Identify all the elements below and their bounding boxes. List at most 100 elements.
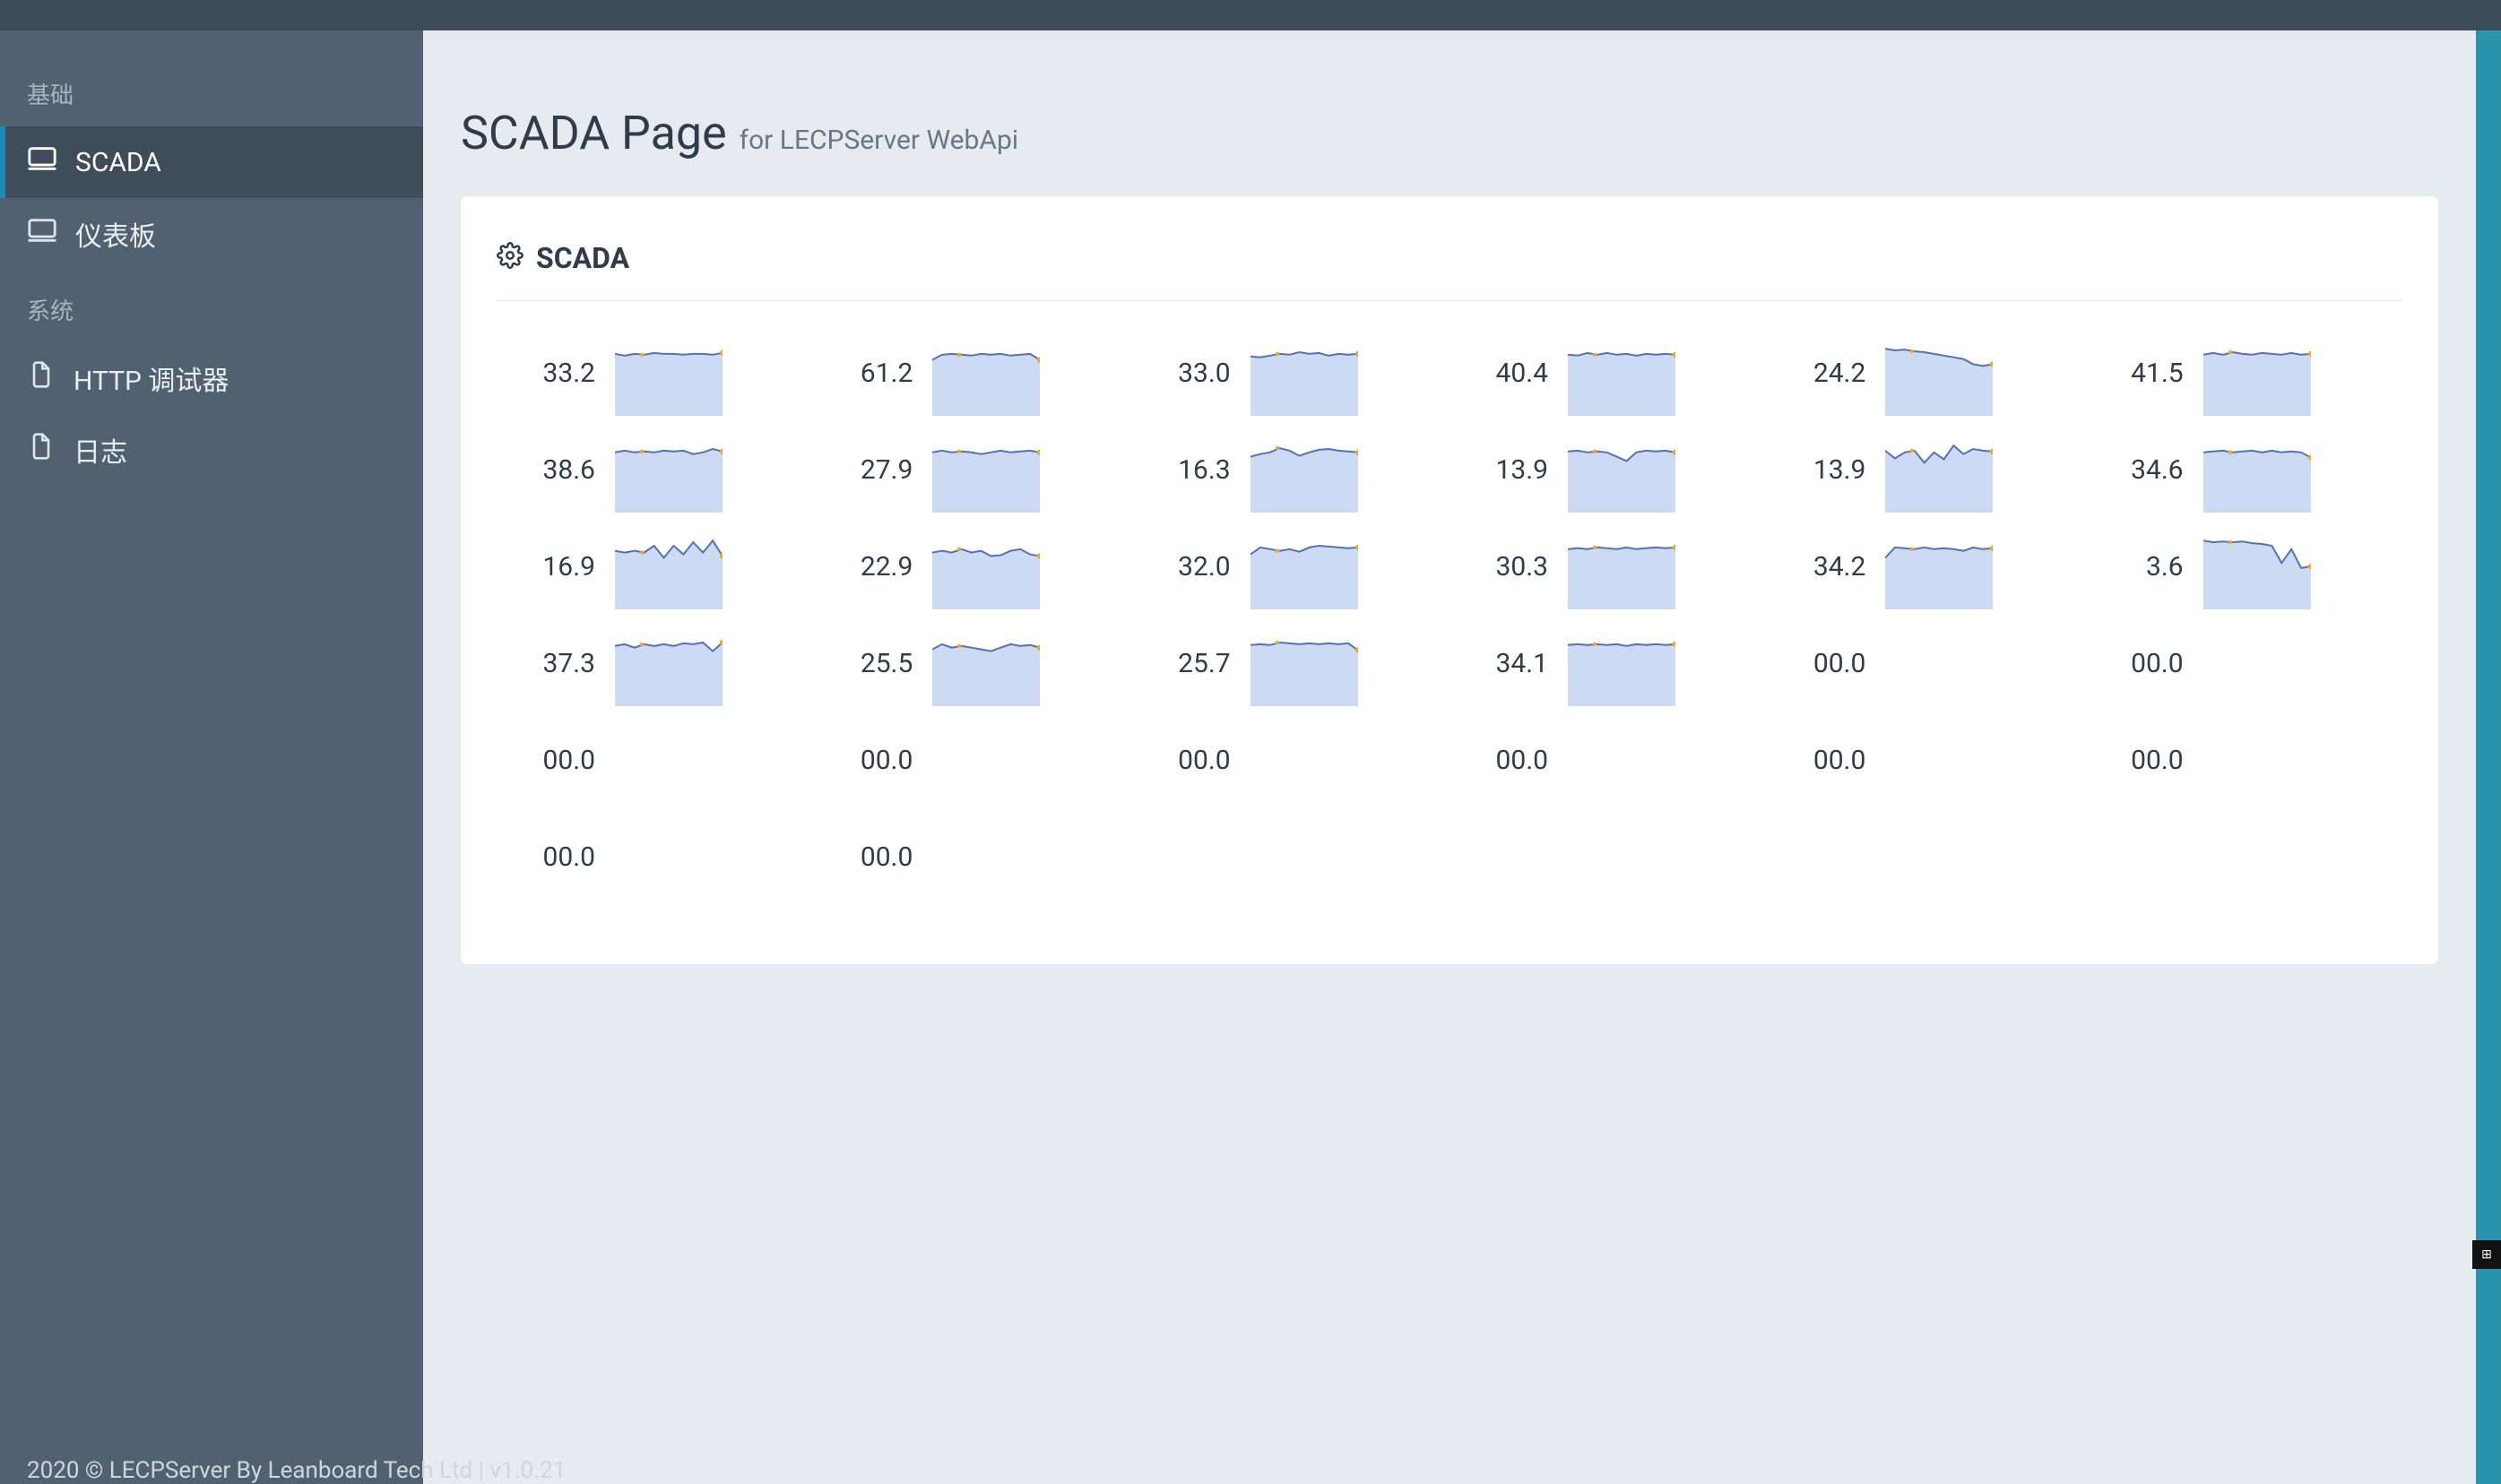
sparkline-chart (932, 427, 1040, 513)
scada-tile-value: 00.0 (525, 745, 595, 776)
sparkline-chart (615, 330, 723, 416)
scada-tile-value: 00.0 (2114, 745, 2184, 776)
scada-tile-value: 00.0 (1796, 648, 1865, 679)
scada-tile-value: 34.1 (1478, 648, 1548, 679)
scada-tile-value: 00.0 (525, 841, 595, 873)
sidebar-item-label: HTTP 调试器 (74, 358, 229, 398)
doc-icon (27, 360, 56, 396)
footer-divider: | (479, 1457, 490, 1484)
card-header: SCADA (497, 241, 2402, 301)
sparkline-chart (1250, 427, 1358, 513)
scada-tile[interactable]: 61.2 (814, 328, 1131, 418)
sidebar-item-日志[interactable]: 日志 (0, 414, 423, 486)
scada-tile[interactable]: 00.0 (497, 715, 814, 805)
footer: 2020 © LECPServer By Leanboard Tech Ltd … (27, 1457, 566, 1484)
sparkline-chart (932, 523, 1040, 609)
sparkline-chart (1568, 427, 1675, 513)
sparkline-chart (932, 330, 1040, 416)
page-title-wrap: SCADA Page for LECPServer WebApi (461, 106, 2438, 160)
sparkline-chart (1568, 523, 1675, 609)
monitor-icon (27, 215, 57, 253)
scada-tile[interactable]: 16.9 (497, 522, 814, 611)
scada-tile-value: 37.3 (525, 648, 595, 679)
scada-tile-value: 32.0 (1161, 551, 1231, 582)
scada-tile[interactable]: 25.7 (1132, 618, 1450, 708)
scada-tile-value: 16.3 (1161, 454, 1231, 486)
scada-tile[interactable]: 13.9 (1450, 425, 1767, 514)
scada-tile-value: 00.0 (2114, 648, 2184, 679)
sparkline-chart (1250, 523, 1358, 609)
scada-tile[interactable]: 34.1 (1450, 618, 1767, 708)
scada-tile-value: 13.9 (1478, 454, 1548, 486)
scada-tile[interactable]: 34.6 (2085, 425, 2402, 514)
sparkline-chart (1568, 620, 1675, 706)
scada-tile[interactable]: 27.9 (814, 425, 1131, 514)
scada-tile-value: 13.9 (1796, 454, 1865, 486)
scada-tile-value: 00.0 (843, 745, 913, 776)
scada-tile-value: 00.0 (1161, 745, 1231, 776)
scada-tile[interactable]: 34.2 (1767, 522, 2084, 611)
doc-icon (27, 432, 56, 468)
scada-tile-value: 00.0 (1478, 745, 1548, 776)
scada-tile-value: 24.2 (1796, 358, 1865, 389)
scada-tile[interactable]: 25.5 (814, 618, 1131, 708)
scada-tile[interactable]: 3.6 (2085, 522, 2402, 611)
sparkline-chart (2203, 523, 2311, 609)
sparkline-chart (615, 620, 723, 706)
gear-icon (497, 242, 524, 275)
sidebar-group-label: 基础 (0, 54, 423, 126)
sparkline-chart (1250, 330, 1358, 416)
scada-tile[interactable]: 33.0 (1132, 328, 1450, 418)
scada-tile[interactable]: 00.0 (1767, 715, 2084, 805)
scada-tile[interactable]: 00.0 (2085, 715, 2402, 805)
scada-tile-value: 00.0 (1796, 745, 1865, 776)
scada-tile[interactable]: 13.9 (1767, 425, 2084, 514)
sparkline-chart (1885, 330, 1993, 416)
scada-tile[interactable]: 24.2 (1767, 328, 2084, 418)
scada-tile-value: 27.9 (843, 454, 913, 486)
scada-grid: 33.2 61.2 33.0 40.4 24.2 41.5 38.6 27.9 16.3 13.9… (497, 328, 2402, 902)
scada-tile-value: 34.2 (1796, 551, 1865, 582)
sidebar-item-label: SCADA (75, 147, 161, 178)
sidebar-group-label: 系统 (0, 270, 423, 342)
scada-tile-value: 40.4 (1478, 358, 1548, 389)
sidebar-item-label: 日志 (74, 430, 127, 470)
sidebar-item-scada[interactable]: SCADA (0, 126, 423, 198)
card-title: SCADA (536, 241, 629, 275)
scada-tile[interactable]: 41.5 (2085, 328, 2402, 418)
sparkline-chart (1885, 523, 1993, 609)
os-panel-button[interactable]: ⊞ (2472, 1240, 2501, 1269)
scada-tile[interactable]: 00.0 (2085, 618, 2402, 708)
page-title: SCADA Page (461, 106, 727, 160)
scada-tile-value: 25.5 (843, 648, 913, 679)
sparkline-chart (932, 620, 1040, 706)
footer-version: v1.0.21 (489, 1457, 566, 1484)
sidebar: 基础 SCADA 仪表板系统 HTTP 调试器日志 (0, 30, 423, 1484)
scada-tile-value: 00.0 (843, 841, 913, 873)
scada-tile-value: 61.2 (843, 358, 913, 389)
right-bar: ⊞ (2476, 30, 2501, 1484)
scada-tile[interactable]: 32.0 (1132, 522, 1450, 611)
scada-tile-value: 16.9 (525, 551, 595, 582)
sidebar-item-仪表板[interactable]: 仪表板 (0, 198, 423, 270)
sidebar-item-http 调试器[interactable]: HTTP 调试器 (0, 342, 423, 414)
scada-tile-value: 25.7 (1161, 648, 1231, 679)
scada-tile[interactable]: 40.4 (1450, 328, 1767, 418)
main: SCADA Page for LECPServer WebApi SCADA 3… (423, 30, 2476, 1484)
scada-tile[interactable]: 00.0 (1450, 715, 1767, 805)
scada-tile[interactable]: 30.3 (1450, 522, 1767, 611)
scada-tile[interactable]: 22.9 (814, 522, 1131, 611)
scada-tile[interactable]: 00.0 (497, 812, 814, 902)
scada-tile[interactable]: 00.0 (1767, 618, 2084, 708)
top-bar (0, 0, 2501, 30)
scada-tile[interactable]: 37.3 (497, 618, 814, 708)
sparkline-chart (615, 523, 723, 609)
scada-tile[interactable]: 16.3 (1132, 425, 1450, 514)
scada-tile[interactable]: 00.0 (814, 812, 1131, 902)
scada-tile[interactable]: 00.0 (814, 715, 1131, 805)
scada-tile[interactable]: 33.2 (497, 328, 814, 418)
sparkline-chart (1568, 330, 1675, 416)
scada-tile[interactable]: 00.0 (1132, 715, 1450, 805)
scada-tile[interactable]: 38.6 (497, 425, 814, 514)
scada-card: SCADA 33.2 61.2 33.0 40.4 24.2 41.5 38.6 27.9 16… (461, 196, 2438, 964)
